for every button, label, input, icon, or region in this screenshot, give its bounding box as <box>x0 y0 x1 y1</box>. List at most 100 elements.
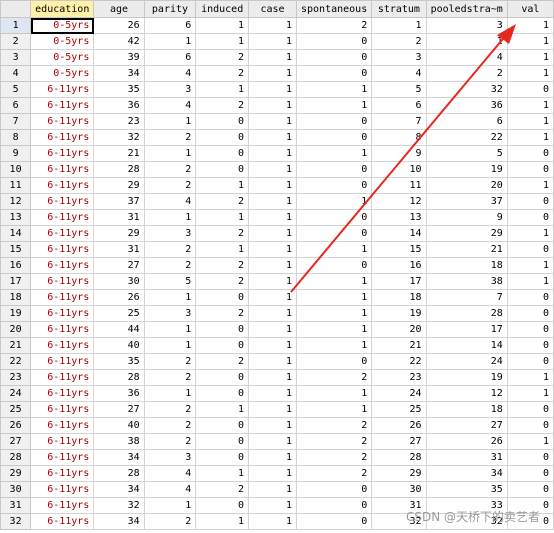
cell-age[interactable]: 26 <box>93 289 145 306</box>
cell-case[interactable]: 1 <box>248 241 297 258</box>
cell-val[interactable]: 1 <box>506 369 554 386</box>
column-header-induced[interactable]: induced <box>195 0 249 18</box>
cell-case[interactable]: 1 <box>248 145 297 162</box>
row-number[interactable]: 18 <box>0 289 32 306</box>
cell-spontaneous[interactable]: 1 <box>295 81 373 98</box>
cell-spontaneous[interactable]: 1 <box>295 273 373 290</box>
cell-case[interactable]: 1 <box>248 337 297 354</box>
cell-case[interactable]: 1 <box>248 289 297 306</box>
cell-parity[interactable]: 2 <box>143 241 197 258</box>
cell-stratum[interactable]: 14 <box>371 225 427 242</box>
cell-induced[interactable]: 2 <box>195 65 249 82</box>
cell-pooledstra-m[interactable]: 18 <box>425 401 508 418</box>
cell-age[interactable]: 26 <box>93 17 145 34</box>
cell-parity[interactable]: 1 <box>143 289 197 306</box>
row-number[interactable]: 2 <box>0 33 32 50</box>
cell-parity[interactable]: 1 <box>143 385 197 402</box>
cell-stratum[interactable]: 27 <box>371 433 427 450</box>
cell-education[interactable]: 0-5yrs <box>30 33 95 50</box>
cell-case[interactable]: 1 <box>248 49 297 66</box>
cell-stratum[interactable]: 3 <box>371 49 427 66</box>
cell-stratum[interactable]: 26 <box>371 417 427 434</box>
cell-pooledstra-m[interactable]: 17 <box>425 321 508 338</box>
cell-case[interactable]: 1 <box>248 321 297 338</box>
cell-education[interactable]: 6-11yrs <box>30 273 95 290</box>
cell-val[interactable]: 0 <box>506 449 554 466</box>
cell-case[interactable]: 1 <box>248 401 297 418</box>
cell-pooledstra-m[interactable]: 32 <box>425 81 508 98</box>
cell-education[interactable]: 6-11yrs <box>30 113 95 130</box>
cell-education[interactable]: 0-5yrs <box>30 65 95 82</box>
cell-val[interactable]: 0 <box>506 321 554 338</box>
row-number[interactable]: 27 <box>0 433 32 450</box>
cell-case[interactable]: 1 <box>248 305 297 322</box>
cell-pooledstra-m[interactable]: 9 <box>425 209 508 226</box>
cell-stratum[interactable]: 10 <box>371 161 427 178</box>
cell-stratum[interactable]: 9 <box>371 145 427 162</box>
cell-age[interactable]: 37 <box>93 193 145 210</box>
cell-spontaneous[interactable]: 2 <box>295 449 373 466</box>
cell-stratum[interactable]: 13 <box>371 209 427 226</box>
cell-education[interactable]: 0-5yrs <box>30 17 95 34</box>
cell-parity[interactable]: 4 <box>143 481 197 498</box>
cell-case[interactable]: 1 <box>248 481 297 498</box>
row-number[interactable]: 6 <box>0 97 32 114</box>
cell-pooledstra-m[interactable]: 5 <box>425 145 508 162</box>
cell-spontaneous[interactable]: 0 <box>295 513 373 530</box>
cell-education[interactable]: 6-11yrs <box>30 257 95 274</box>
column-header-pooledstra-m[interactable]: pooledstra~m <box>425 0 508 18</box>
cell-case[interactable]: 1 <box>248 273 297 290</box>
cell-pooledstra-m[interactable]: 36 <box>425 97 508 114</box>
cell-val[interactable]: 0 <box>506 81 554 98</box>
cell-education[interactable]: 6-11yrs <box>30 177 95 194</box>
cell-pooledstra-m[interactable]: 35 <box>425 481 508 498</box>
cell-val[interactable]: 1 <box>506 273 554 290</box>
cell-val[interactable]: 1 <box>506 433 554 450</box>
cell-stratum[interactable]: 19 <box>371 305 427 322</box>
cell-spontaneous[interactable]: 0 <box>295 65 373 82</box>
cell-induced[interactable]: 0 <box>195 433 249 450</box>
cell-induced[interactable]: 0 <box>195 321 249 338</box>
cell-spontaneous[interactable]: 1 <box>295 321 373 338</box>
cell-case[interactable]: 1 <box>248 433 297 450</box>
cell-case[interactable]: 1 <box>248 385 297 402</box>
cell-age[interactable]: 42 <box>93 33 145 50</box>
cell-stratum[interactable]: 23 <box>371 369 427 386</box>
cell-age[interactable]: 29 <box>93 225 145 242</box>
cell-spontaneous[interactable]: 1 <box>295 241 373 258</box>
cell-pooledstra-m[interactable]: 4 <box>425 49 508 66</box>
cell-education[interactable]: 6-11yrs <box>30 417 95 434</box>
row-number[interactable]: 26 <box>0 417 32 434</box>
row-number[interactable]: 29 <box>0 465 32 482</box>
cell-stratum[interactable]: 29 <box>371 465 427 482</box>
row-number[interactable]: 1 <box>0 17 32 34</box>
cell-induced[interactable]: 0 <box>195 337 249 354</box>
cell-pooledstra-m[interactable]: 28 <box>425 305 508 322</box>
cell-education[interactable]: 6-11yrs <box>30 337 95 354</box>
cell-education[interactable]: 6-11yrs <box>30 289 95 306</box>
cell-education[interactable]: 6-11yrs <box>30 353 95 370</box>
cell-parity[interactable]: 4 <box>143 465 197 482</box>
cell-spontaneous[interactable]: 0 <box>295 353 373 370</box>
row-header-corner[interactable] <box>0 0 32 18</box>
cell-induced[interactable]: 2 <box>195 305 249 322</box>
cell-val[interactable]: 0 <box>506 289 554 306</box>
row-number[interactable]: 15 <box>0 241 32 258</box>
cell-induced[interactable]: 2 <box>195 257 249 274</box>
cell-spontaneous[interactable]: 2 <box>295 369 373 386</box>
cell-case[interactable]: 1 <box>248 225 297 242</box>
cell-stratum[interactable]: 5 <box>371 81 427 98</box>
row-number[interactable]: 25 <box>0 401 32 418</box>
cell-parity[interactable]: 2 <box>143 257 197 274</box>
cell-age[interactable]: 36 <box>93 385 145 402</box>
cell-induced[interactable]: 0 <box>195 385 249 402</box>
cell-education[interactable]: 6-11yrs <box>30 433 95 450</box>
cell-val[interactable]: 1 <box>506 97 554 114</box>
cell-education[interactable]: 6-11yrs <box>30 385 95 402</box>
cell-pooledstra-m[interactable]: 6 <box>425 113 508 130</box>
cell-parity[interactable]: 1 <box>143 33 197 50</box>
cell-val[interactable]: 1 <box>506 129 554 146</box>
cell-spontaneous[interactable]: 0 <box>295 497 373 514</box>
cell-case[interactable]: 1 <box>248 113 297 130</box>
cell-pooledstra-m[interactable]: 26 <box>425 433 508 450</box>
